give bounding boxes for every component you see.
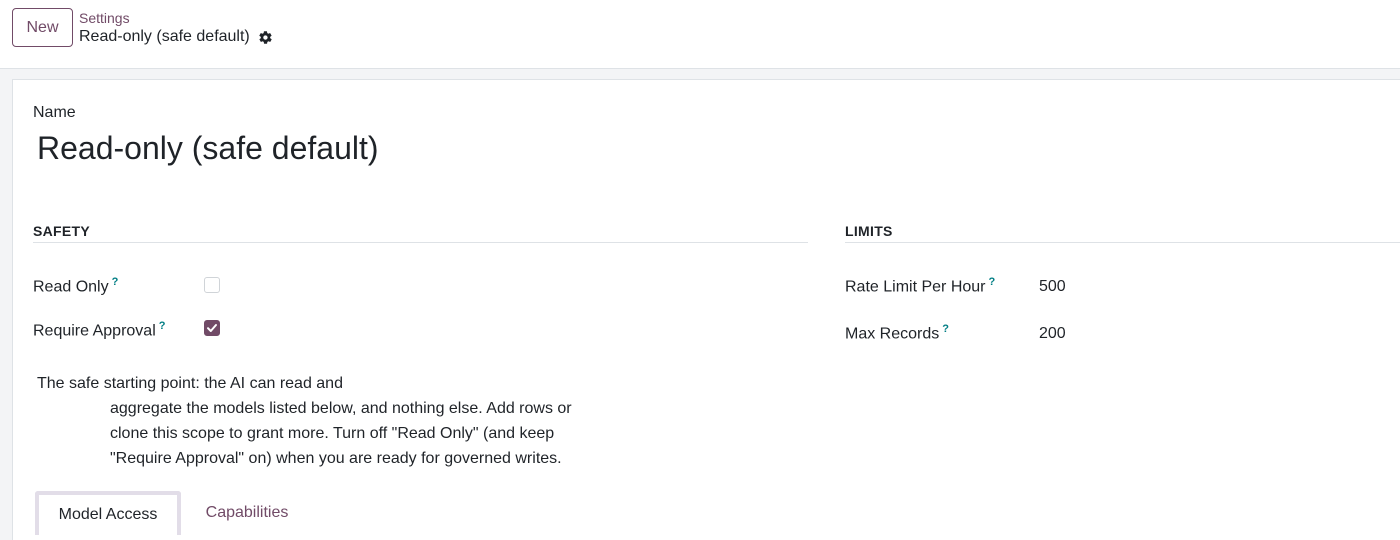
read-only-label-text: Read Only <box>33 278 109 296</box>
name-field[interactable]: Read-only (safe default) <box>37 130 379 167</box>
read-only-help-icon[interactable]: ? <box>112 276 119 288</box>
require-approval-label-text: Require Approval <box>33 322 156 340</box>
help-line: The safe starting point: the AI can read… <box>37 375 343 392</box>
rate-limit-label-text: Rate Limit Per Hour <box>845 278 986 296</box>
gear-icon[interactable] <box>258 30 273 45</box>
rate-limit-field[interactable]: 500 <box>1039 278 1066 296</box>
breadcrumb-current-label: Read-only (safe default) <box>79 28 250 45</box>
breadcrumb-settings-link[interactable]: Settings <box>79 10 273 27</box>
rate-limit-label: Rate Limit Per Hour? <box>845 276 995 296</box>
read-only-label: Read Only? <box>33 276 118 296</box>
new-button[interactable]: New <box>12 8 73 47</box>
control-panel: New Settings Read-only (safe default) <box>0 0 1400 69</box>
form-sheet: Name Read-only (safe default) SAFETY Rea… <box>12 79 1400 540</box>
max-records-field[interactable]: 200 <box>1039 325 1066 343</box>
require-approval-label: Require Approval? <box>33 320 165 340</box>
max-records-help-icon[interactable]: ? <box>942 323 949 335</box>
tab-model-access[interactable]: Model Access <box>35 491 181 535</box>
scope-help-text: The safe starting point: the AI can read… <box>37 371 572 471</box>
max-records-label-text: Max Records <box>845 325 940 343</box>
tab-capabilities[interactable]: Capabilities <box>193 491 301 535</box>
rate-limit-help-icon[interactable]: ? <box>989 276 996 288</box>
max-records-label: Max Records? <box>845 323 949 343</box>
help-line: "Require Approval" on) when you are read… <box>110 450 562 467</box>
safety-group-title: SAFETY <box>33 223 91 239</box>
checkmark-icon <box>207 324 217 332</box>
safety-divider <box>33 242 808 243</box>
limits-divider <box>845 242 1400 243</box>
require-approval-help-icon[interactable]: ? <box>159 320 166 332</box>
help-line: aggregate the models listed below, and n… <box>110 400 572 417</box>
require-approval-checkbox[interactable] <box>204 320 220 336</box>
help-line: clone this scope to grant more. Turn off… <box>110 425 555 442</box>
breadcrumb-current: Read-only (safe default) <box>79 27 273 47</box>
breadcrumb: Settings Read-only (safe default) <box>79 10 273 47</box>
limits-group-title: LIMITS <box>845 223 893 239</box>
read-only-checkbox[interactable] <box>204 277 220 293</box>
name-label: Name <box>33 104 76 121</box>
